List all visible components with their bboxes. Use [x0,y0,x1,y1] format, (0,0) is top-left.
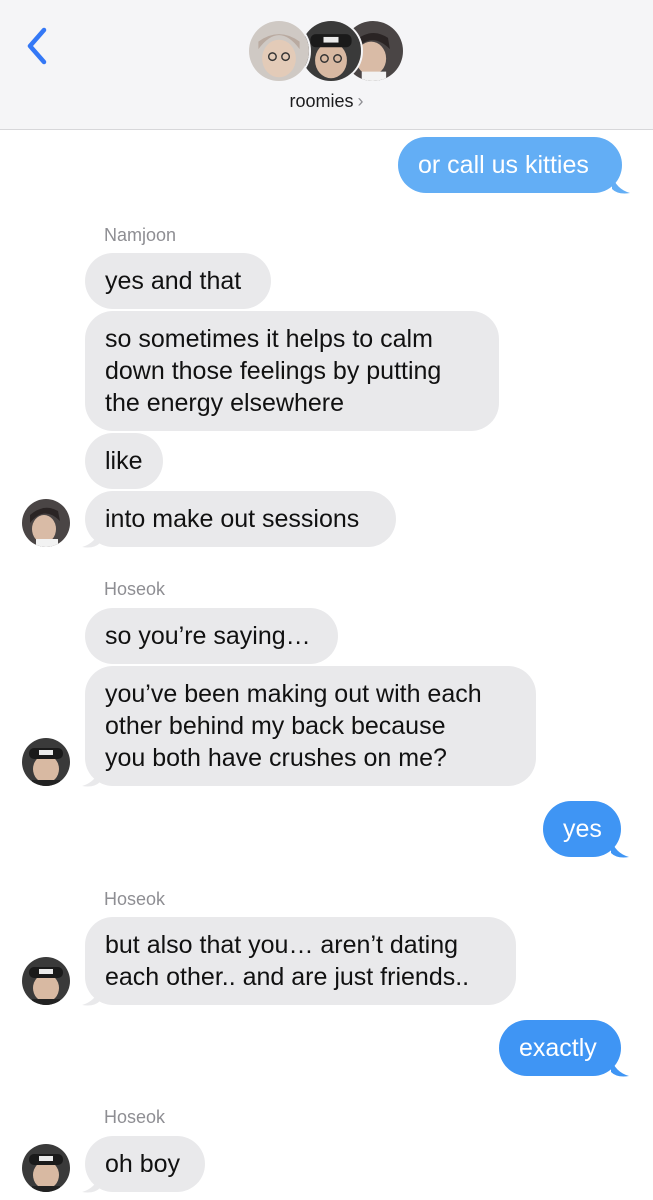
message-line: other behind my back because [105,712,446,740]
incoming-message-bubble[interactable]: like [85,433,163,489]
bubble-tail-icon [82,987,100,1006]
message-text: like [105,447,143,475]
message-line: you both have crushes on me? [105,744,447,772]
bubble-tail-icon [82,768,100,787]
message-text: into make out sessions [105,505,360,533]
bubble-tail-icon [611,1058,629,1077]
sender-name: Hoseok [104,889,166,909]
bubble-tail-icon [82,529,100,548]
incoming-message-bubble[interactable]: yes and that [85,253,271,309]
message-line: so sometimes it helps to calm [105,325,433,353]
message-line: but also that you… aren’t dating [105,931,459,959]
outgoing-message-bubble[interactable]: yes [543,801,621,857]
message-text: yes [563,815,602,843]
sender-name: Namjoon [104,225,177,245]
message-text: oh boy [105,1150,181,1178]
message-line: down those feelings by putting [105,357,442,385]
message-line: the energy elsewhere [105,389,345,417]
incoming-message-bubble[interactable]: so sometimes it helps to calm down those… [85,311,499,431]
bubble-tail-icon [82,1174,100,1193]
outgoing-message-bubble[interactable]: or call us kitties [398,137,622,193]
avatar[interactable] [22,957,70,1005]
outgoing-message-bubble[interactable]: exactly [499,1020,621,1076]
avatar[interactable] [22,738,70,786]
incoming-message-bubble[interactable]: so you’re saying… [85,608,338,664]
avatar [247,19,311,83]
message-line: each other.. and are just friends.. [105,963,470,991]
avatar[interactable] [22,1144,70,1192]
message-text: so you’re saying… [105,622,311,650]
incoming-message-bubble[interactable]: you’ve been making out with each other b… [85,666,536,786]
message-line: you’ve been making out with each [105,680,482,708]
sender-name: Hoseok [104,1107,166,1127]
message-text: or call us kitties [418,151,589,179]
bubble-tail-icon [612,175,630,194]
message-thread: or call us kitties Namjoon yes and that … [0,0,653,1200]
incoming-message-bubble[interactable]: oh boy [85,1136,205,1192]
incoming-message-bubble[interactable]: but also that you… aren’t dating each ot… [85,917,516,1005]
sender-name: Hoseok [104,579,166,599]
incoming-message-bubble[interactable]: into make out sessions [85,491,396,547]
avatar[interactable] [22,499,70,547]
group-avatars[interactable] [247,19,407,85]
message-text: exactly [519,1034,597,1062]
bubble-tail-icon [611,839,629,858]
message-text: yes and that [105,267,242,295]
